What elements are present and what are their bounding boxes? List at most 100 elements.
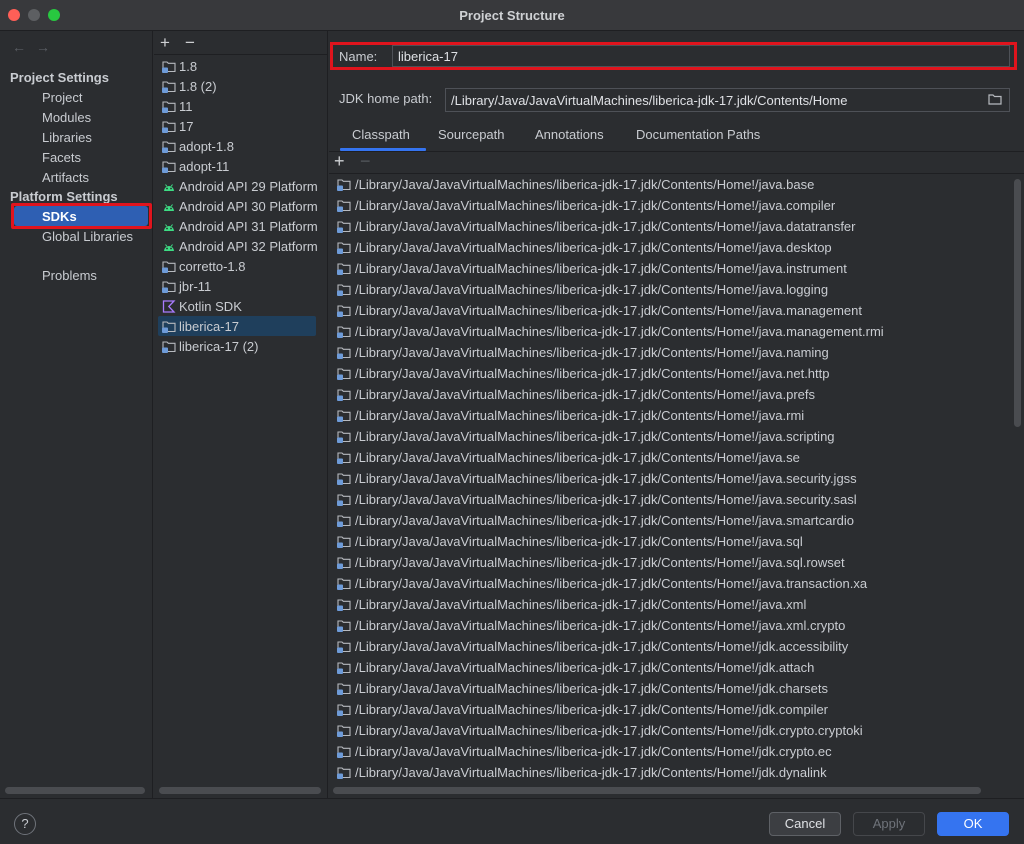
classpath-entry-path: /Library/Java/JavaVirtualMachines/liberi… xyxy=(355,576,868,591)
classpath-entry-path: /Library/Java/JavaVirtualMachines/liberi… xyxy=(355,492,857,507)
ok-button[interactable]: OK xyxy=(937,812,1009,836)
jdk-folder-icon xyxy=(162,160,176,173)
remove-classpath-button[interactable]: − xyxy=(360,151,371,172)
sdk-list-item-label: Android API 31 Platform xyxy=(179,219,318,234)
classpath-entry[interactable]: /Library/Java/JavaVirtualMachines/liberi… xyxy=(329,405,1011,426)
classpath-entry[interactable]: /Library/Java/JavaVirtualMachines/liberi… xyxy=(329,300,1011,321)
classpath-entry[interactable]: /Library/Java/JavaVirtualMachines/liberi… xyxy=(329,195,1011,216)
jdk-folder-icon xyxy=(337,199,351,212)
classpath-entry[interactable]: /Library/Java/JavaVirtualMachines/liberi… xyxy=(329,552,1011,573)
classpath-entry[interactable]: /Library/Java/JavaVirtualMachines/liberi… xyxy=(329,384,1011,405)
tab-sourcepath[interactable]: Sourcepath xyxy=(438,127,505,142)
classpath-entry[interactable]: /Library/Java/JavaVirtualMachines/liberi… xyxy=(329,468,1011,489)
classpath-entry[interactable]: /Library/Java/JavaVirtualMachines/liberi… xyxy=(329,216,1011,237)
classpath-entry[interactable]: /Library/Java/JavaVirtualMachines/liberi… xyxy=(329,174,1011,195)
classpath-entry[interactable]: /Library/Java/JavaVirtualMachines/liberi… xyxy=(329,321,1011,342)
classpath-entry-path: /Library/Java/JavaVirtualMachines/liberi… xyxy=(355,723,863,738)
jdk-folder-icon xyxy=(337,598,351,611)
classpath-entry[interactable]: /Library/Java/JavaVirtualMachines/liberi… xyxy=(329,678,1011,699)
add-sdk-button[interactable]: + xyxy=(160,33,170,53)
nav-item-libraries[interactable]: Libraries xyxy=(42,130,92,145)
classpath-entry[interactable]: /Library/Java/JavaVirtualMachines/liberi… xyxy=(329,279,1011,300)
tab-documentation-paths[interactable]: Documentation Paths xyxy=(636,127,760,142)
classpath-entry[interactable]: /Library/Java/JavaVirtualMachines/liberi… xyxy=(329,426,1011,447)
sdk-list-panel: + − 1.8 1.8 (2) 11 17 adopt-1.8 adopt-11 Andro… xyxy=(154,31,328,798)
classpath-entry[interactable]: /Library/Java/JavaVirtualMachines/liberi… xyxy=(329,342,1011,363)
classpath-entry[interactable]: /Library/Java/JavaVirtualMachines/liberi… xyxy=(329,258,1011,279)
sdk-list-item-label: 1.8 (2) xyxy=(179,79,217,94)
classpath-entry[interactable]: /Library/Java/JavaVirtualMachines/liberi… xyxy=(329,699,1011,720)
classpath-entry[interactable]: /Library/Java/JavaVirtualMachines/liberi… xyxy=(329,720,1011,741)
nav-item-artifacts[interactable]: Artifacts xyxy=(42,170,89,185)
sdk-list-item[interactable]: Android API 32 Platform xyxy=(160,237,327,257)
classpath-entry-path: /Library/Java/JavaVirtualMachines/liberi… xyxy=(355,597,807,612)
arrow-right-icon[interactable]: → xyxy=(36,39,50,55)
classpath-entry[interactable]: /Library/Java/JavaVirtualMachines/liberi… xyxy=(329,636,1011,657)
jdk-folder-icon xyxy=(337,640,351,653)
tab-classpath[interactable]: Classpath xyxy=(352,127,410,142)
sdk-list-item[interactable]: 1.8 (2) xyxy=(160,77,327,97)
nav-item-modules[interactable]: Modules xyxy=(42,110,91,125)
sdk-list-item-label: 11 xyxy=(179,99,193,114)
jdk-folder-icon xyxy=(337,535,351,548)
sdk-horizontal-scrollbar[interactable] xyxy=(159,787,321,794)
nav-item-global-libraries[interactable]: Global Libraries xyxy=(42,229,133,244)
jdk-folder-icon xyxy=(337,682,351,695)
classpath-vertical-scrollbar[interactable] xyxy=(1014,179,1021,427)
sdk-list-item[interactable]: adopt-11 xyxy=(160,157,327,177)
jdk-folder-icon xyxy=(337,577,351,590)
cancel-button[interactable]: Cancel xyxy=(769,812,841,836)
jdk-folder-icon xyxy=(337,262,351,275)
jdk-folder-icon xyxy=(337,220,351,233)
jdk-folder-icon xyxy=(162,280,176,293)
classpath-entry[interactable]: /Library/Java/JavaVirtualMachines/liberi… xyxy=(329,531,1011,552)
sdk-list-item[interactable]: 1.8 xyxy=(160,57,327,77)
sdk-list-item[interactable]: liberica-17 (2) xyxy=(160,337,327,357)
nav-item-facets[interactable]: Facets xyxy=(42,150,81,165)
jdk-home-path-input[interactable] xyxy=(445,88,1010,112)
sdk-list-item[interactable]: Android API 30 Platform xyxy=(160,197,327,217)
nav-horizontal-scrollbar[interactable] xyxy=(5,787,145,794)
help-button[interactable]: ? xyxy=(14,813,36,835)
title-bar: Project Structure xyxy=(0,0,1024,31)
classpath-entry[interactable]: /Library/Java/JavaVirtualMachines/liberi… xyxy=(329,237,1011,258)
classpath-entry[interactable]: /Library/Java/JavaVirtualMachines/liberi… xyxy=(329,741,1011,762)
sdk-list-item[interactable]: corretto-1.8 xyxy=(160,257,327,277)
classpath-entry[interactable]: /Library/Java/JavaVirtualMachines/liberi… xyxy=(329,447,1011,468)
sdk-list-item[interactable]: adopt-1.8 xyxy=(160,137,327,157)
jdk-folder-icon xyxy=(337,451,351,464)
arrow-left-icon[interactable]: ← xyxy=(12,39,26,55)
sdk-list-item[interactable]: Android API 29 Platform xyxy=(160,177,327,197)
apply-button[interactable]: Apply xyxy=(853,812,925,836)
classpath-entry[interactable]: /Library/Java/JavaVirtualMachines/liberi… xyxy=(329,363,1011,384)
classpath-entry[interactable]: /Library/Java/JavaVirtualMachines/liberi… xyxy=(329,573,1011,594)
sdk-list-item[interactable]: Android API 31 Platform xyxy=(160,217,327,237)
kotlin-icon xyxy=(162,300,176,313)
jdk-folder-icon xyxy=(337,304,351,317)
nav-item-problems[interactable]: Problems xyxy=(42,268,97,283)
classpath-entry[interactable]: /Library/Java/JavaVirtualMachines/liberi… xyxy=(329,762,1011,783)
jdk-home-path-label: JDK home path: xyxy=(339,91,433,106)
classpath-entry[interactable]: /Library/Java/JavaVirtualMachines/liberi… xyxy=(329,594,1011,615)
classpath-entry[interactable]: /Library/Java/JavaVirtualMachines/liberi… xyxy=(329,510,1011,531)
classpath-horizontal-scrollbar[interactable] xyxy=(333,787,981,794)
classpath-entry[interactable]: /Library/Java/JavaVirtualMachines/liberi… xyxy=(329,615,1011,636)
classpath-list: /Library/Java/JavaVirtualMachines/liberi… xyxy=(329,174,1011,786)
android-icon xyxy=(162,200,176,213)
sdk-list-item[interactable]: liberica-17 xyxy=(160,317,327,337)
tab-annotations[interactable]: Annotations xyxy=(535,127,604,142)
sdk-list-item[interactable]: jbr-11 xyxy=(160,277,327,297)
folder-icon[interactable] xyxy=(988,93,1002,105)
remove-sdk-button[interactable]: − xyxy=(185,33,195,53)
platform-settings-heading: Platform Settings xyxy=(10,189,118,204)
sdk-list-item[interactable]: Kotlin SDK xyxy=(160,297,327,317)
add-classpath-button[interactable]: + xyxy=(334,151,345,172)
classpath-entry[interactable]: /Library/Java/JavaVirtualMachines/liberi… xyxy=(329,657,1011,678)
sdk-list-item-label: Android API 29 Platform xyxy=(179,179,318,194)
sdk-list-item[interactable]: 11 xyxy=(160,97,327,117)
nav-item-project[interactable]: Project xyxy=(42,90,82,105)
sdk-list-item[interactable]: 17 xyxy=(160,117,327,137)
sdk-list-item-label: adopt-11 xyxy=(179,159,230,174)
classpath-entry-path: /Library/Java/JavaVirtualMachines/liberi… xyxy=(355,450,800,465)
classpath-entry[interactable]: /Library/Java/JavaVirtualMachines/liberi… xyxy=(329,489,1011,510)
